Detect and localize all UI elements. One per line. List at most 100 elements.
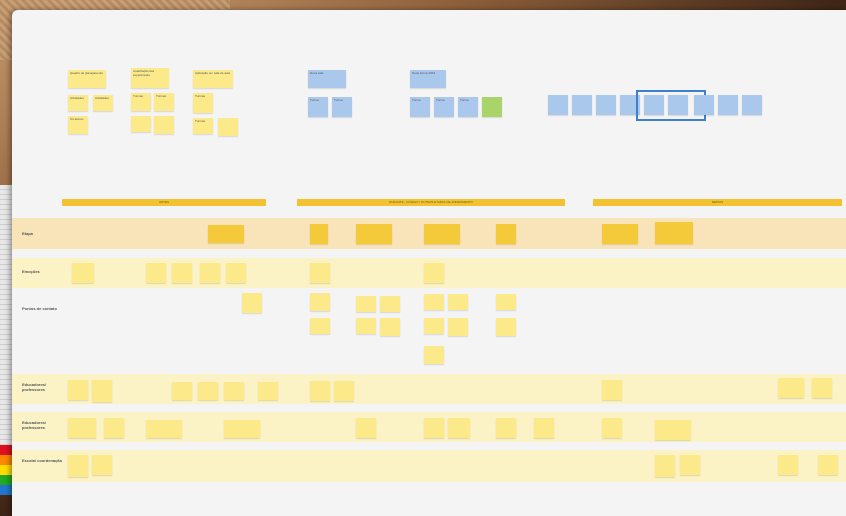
sticky-note-blue[interactable]: Turma xyxy=(434,97,454,117)
sticky-text: Os alunos xyxy=(70,117,84,121)
sticky-note-blue[interactable]: Nova turma 2023 xyxy=(410,70,446,88)
sticky-note[interactable] xyxy=(424,346,444,364)
sticky-note-blue[interactable]: Turma xyxy=(308,97,328,117)
sticky-note[interactable] xyxy=(131,116,151,132)
sticky-note[interactable] xyxy=(68,455,88,477)
lane-educadores-1 xyxy=(12,374,846,404)
sticky-note[interactable] xyxy=(448,418,470,438)
sticky-text: Atividades xyxy=(70,96,84,100)
sticky-note[interactable] xyxy=(496,294,516,310)
sticky-note[interactable] xyxy=(424,318,444,334)
sticky-note[interactable] xyxy=(818,455,838,475)
sticky-text: Turmas xyxy=(195,119,206,123)
sticky-text: Turma xyxy=(412,98,421,102)
sticky-text: Atualização das experiências xyxy=(133,69,155,77)
sticky-note[interactable] xyxy=(242,293,262,313)
sticky-note[interactable] xyxy=(448,294,468,310)
sticky-note[interactable] xyxy=(154,116,174,134)
sticky-note[interactable] xyxy=(602,224,638,244)
sticky-note[interactable] xyxy=(812,378,832,398)
sticky-note-blue[interactable] xyxy=(572,95,592,115)
sticky-note-blue[interactable] xyxy=(694,95,714,115)
sticky-note[interactable] xyxy=(198,382,218,400)
sticky-note[interactable] xyxy=(224,382,244,400)
sticky-note[interactable] xyxy=(655,420,691,440)
sticky-note[interactable]: Atividades xyxy=(68,95,88,111)
sticky-note[interactable]: Aplicação em sala de aula xyxy=(193,70,233,88)
sticky-note[interactable] xyxy=(310,293,330,311)
sticky-note[interactable] xyxy=(146,420,182,438)
sticky-text: Turmas xyxy=(195,94,206,98)
sticky-note[interactable] xyxy=(146,263,166,283)
sticky-note[interactable] xyxy=(602,380,622,400)
sticky-note-blue[interactable] xyxy=(742,95,762,115)
sticky-note[interactable] xyxy=(655,222,693,244)
sticky-note[interactable] xyxy=(424,418,444,438)
lane-label: Pontos de contato xyxy=(22,306,57,311)
sticky-note[interactable] xyxy=(172,263,192,283)
lane-label: Educadores/ professores xyxy=(22,382,47,392)
sticky-note[interactable] xyxy=(356,418,376,438)
sticky-note[interactable] xyxy=(92,455,112,475)
sticky-note-blue[interactable] xyxy=(668,95,688,115)
sticky-note-blue[interactable]: Turma xyxy=(410,97,430,117)
lane-escola xyxy=(12,450,846,482)
sticky-note[interactable] xyxy=(424,224,460,244)
sticky-note[interactable] xyxy=(224,420,260,438)
sticky-note[interactable] xyxy=(496,418,516,438)
sticky-text: Turma xyxy=(310,98,319,102)
sticky-note-blue[interactable]: Turma xyxy=(332,97,352,117)
sticky-note[interactable] xyxy=(310,381,330,401)
sticky-note[interactable] xyxy=(200,263,220,283)
sticky-note[interactable] xyxy=(258,382,278,400)
sticky-note[interactable] xyxy=(356,296,376,312)
sticky-note[interactable]: Turmas xyxy=(193,118,213,134)
sticky-note-blue[interactable] xyxy=(718,95,738,115)
sticky-note-blue[interactable] xyxy=(644,95,664,115)
sticky-note[interactable] xyxy=(104,418,124,438)
sticky-note[interactable]: Atualização das experiências xyxy=(131,68,169,88)
sticky-note[interactable]: Turmas xyxy=(131,93,151,111)
sticky-note-blue[interactable] xyxy=(596,95,616,115)
sticky-note[interactable] xyxy=(534,418,554,438)
sticky-note[interactable] xyxy=(496,318,516,336)
sticky-note[interactable] xyxy=(602,418,622,438)
band-label: ANTES xyxy=(158,200,169,204)
sticky-note[interactable] xyxy=(380,318,400,336)
sticky-note[interactable]: Quadro de planejamento xyxy=(68,70,106,88)
sticky-note[interactable] xyxy=(448,318,468,336)
sticky-note[interactable] xyxy=(334,381,354,401)
sticky-text: Nova turma 2023 xyxy=(412,71,436,75)
sticky-note-green[interactable] xyxy=(482,97,502,117)
sticky-note[interactable]: Os alunos xyxy=(68,116,88,134)
sticky-note[interactable] xyxy=(208,225,244,243)
sticky-note[interactable] xyxy=(655,455,675,477)
sticky-note[interactable]: Turmas xyxy=(154,93,174,111)
sticky-text: Turma xyxy=(460,98,469,102)
sticky-note-blue[interactable] xyxy=(548,95,568,115)
sticky-note[interactable] xyxy=(680,455,700,475)
lane-label: Escola/ coordenação xyxy=(22,458,63,463)
sticky-note[interactable] xyxy=(778,378,804,398)
sticky-note[interactable] xyxy=(68,418,96,438)
sticky-note[interactable] xyxy=(172,382,192,400)
sticky-note[interactable] xyxy=(380,296,400,312)
sticky-note[interactable] xyxy=(424,263,444,283)
sticky-note[interactable] xyxy=(92,380,112,402)
sticky-note[interactable] xyxy=(68,380,88,400)
sticky-note[interactable] xyxy=(218,118,238,136)
sticky-note[interactable] xyxy=(496,224,516,244)
sticky-note[interactable] xyxy=(356,224,392,244)
sticky-note[interactable] xyxy=(72,263,94,283)
sticky-note[interactable] xyxy=(310,224,328,244)
sticky-note-blue[interactable]: Turma xyxy=(458,97,478,117)
sticky-note[interactable] xyxy=(356,318,376,334)
sticky-note[interactable] xyxy=(226,263,246,283)
sticky-note[interactable] xyxy=(778,455,798,475)
sticky-note[interactable] xyxy=(310,263,330,283)
sticky-note-blue[interactable]: Nova sala xyxy=(308,70,346,88)
sticky-note[interactable] xyxy=(424,294,444,310)
sticky-note[interactable] xyxy=(310,318,330,334)
sticky-note[interactable]: Turmas xyxy=(193,93,213,113)
sticky-note[interactable]: Atividades xyxy=(93,95,113,111)
